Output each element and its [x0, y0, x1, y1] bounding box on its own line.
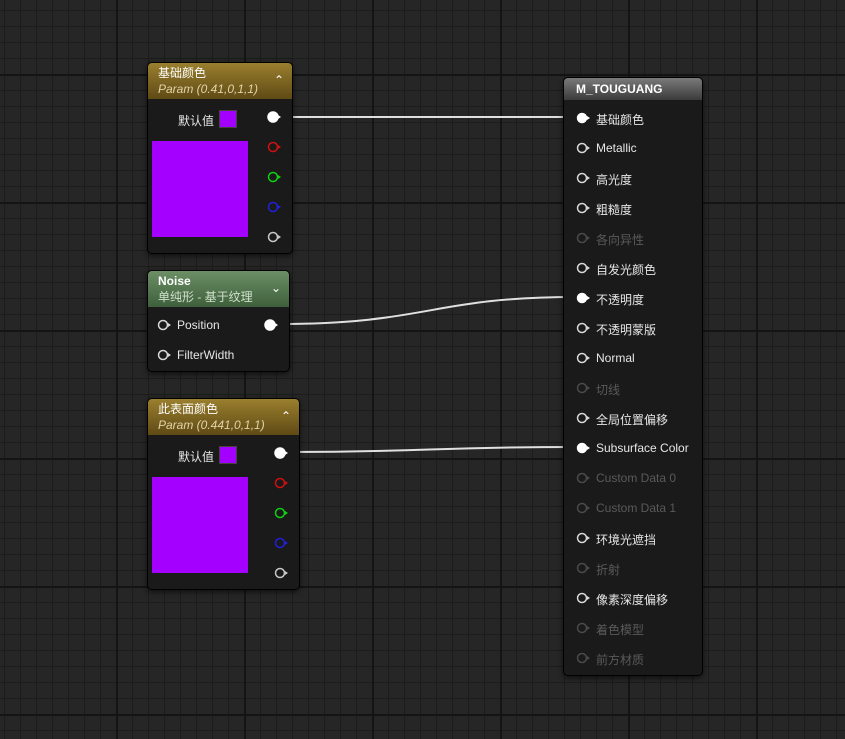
color-preview [152, 141, 248, 237]
material-input-pin[interactable] [576, 172, 590, 184]
material-input-label: 全局位置偏移 [596, 413, 669, 427]
material-input-label: 前方材质 [596, 653, 645, 667]
node-header[interactable]: 此表面颜色 Param (0.441,0,1,1) ⌃ [148, 399, 299, 435]
node-title: 此表面颜色 [158, 402, 219, 416]
output-pin-b[interactable] [274, 537, 288, 549]
material-input-label: 基础颜色 [596, 113, 645, 127]
material-input-pin[interactable] [576, 352, 590, 364]
node-title: 基础颜色 [158, 66, 207, 80]
material-input-pin [576, 562, 590, 574]
material-input-label: 自发光颜色 [596, 263, 657, 277]
material-input-pin[interactable] [576, 262, 590, 274]
node-title: Noise [158, 274, 191, 288]
material-input-pin[interactable] [576, 202, 590, 214]
output-pin-r[interactable] [267, 141, 281, 153]
material-input-pin[interactable] [576, 322, 590, 334]
material-input-label: 环境光遮挡 [596, 533, 657, 547]
node-subtitle: Param (0.41,0,1,1) [158, 82, 259, 96]
material-input-label: Subsurface Color [596, 441, 689, 455]
material-input-label: 着色模型 [596, 623, 645, 637]
output-pin-rgb[interactable] [274, 447, 288, 459]
material-input-pin [576, 382, 590, 394]
material-input-pin[interactable] [576, 412, 590, 424]
output-pin-a[interactable] [274, 567, 288, 579]
material-input-label: 切线 [596, 383, 621, 397]
material-input-label: 像素深度偏移 [596, 593, 669, 607]
output-pin-g[interactable] [274, 507, 288, 519]
material-input-label: Custom Data 0 [596, 471, 677, 485]
output-pin-r[interactable] [274, 477, 288, 489]
chevron-down-icon[interactable]: ⌄ [269, 281, 283, 295]
default-value-swatch[interactable] [219, 110, 237, 128]
chevron-up-icon[interactable]: ⌃ [279, 409, 293, 423]
material-input-pin [576, 652, 590, 664]
noise-node[interactable]: Noise 单纯形 - 基于纹理 ⌄ Position FilterWidth [147, 270, 290, 372]
output-pin-rgb[interactable] [267, 111, 281, 123]
material-input-pin[interactable] [576, 592, 590, 604]
material-input-pin [576, 622, 590, 634]
material-input-label: 各向异性 [596, 233, 645, 247]
node-header[interactable]: 基础颜色 Param (0.41,0,1,1) ⌃ [148, 63, 292, 99]
node-subtitle: 单纯形 - 基于纹理 [158, 290, 253, 304]
node-subtitle: Param (0.441,0,1,1) [158, 418, 265, 432]
input-label-filterwidth: FilterWidth [177, 348, 235, 362]
input-label-position: Position [177, 318, 220, 332]
output-pin-g[interactable] [267, 171, 281, 183]
material-input-label: 高光度 [596, 173, 633, 187]
material-input-pin[interactable] [576, 112, 590, 124]
material-node-title[interactable]: M_TOUGUANG [564, 78, 702, 100]
output-pin-noise[interactable] [264, 319, 278, 331]
material-input-label: Normal [596, 351, 635, 365]
default-value-swatch[interactable] [219, 446, 237, 464]
base-color-param-node[interactable]: 基础颜色 Param (0.41,0,1,1) ⌃ 默认值 [147, 62, 293, 254]
output-pin-b[interactable] [267, 201, 281, 213]
node-header[interactable]: Noise 单纯形 - 基于纹理 ⌄ [148, 271, 289, 307]
material-input-label: 折射 [596, 563, 621, 577]
wire-subsurface[interactable] [287, 446, 578, 453]
material-input-label: Custom Data 1 [596, 501, 677, 515]
material-input-pin [576, 502, 590, 514]
material-input-pin [576, 232, 590, 244]
subsurface-color-param-node[interactable]: 此表面颜色 Param (0.441,0,1,1) ⌃ 默认值 [147, 398, 300, 590]
material-input-pin[interactable] [576, 442, 590, 454]
material-output-node[interactable]: M_TOUGUANG 基础颜色 Metallic 高光度粗糙度各向异性自发光颜色不透… [563, 77, 703, 676]
default-value-label: 默认值 [178, 450, 215, 464]
material-input-pin[interactable] [576, 142, 590, 154]
connection-wires [276, 115, 578, 453]
material-input-pin [576, 472, 590, 484]
chevron-up-icon[interactable]: ⌃ [272, 73, 286, 87]
output-pin-a[interactable] [267, 231, 281, 243]
wire-noise-opacity[interactable] [276, 296, 578, 325]
material-input-label: Metallic [596, 141, 637, 155]
material-input-label: 粗糙度 [596, 203, 633, 217]
input-pin-position[interactable] [157, 319, 171, 331]
material-input-pin[interactable] [576, 292, 590, 304]
color-preview [152, 477, 248, 573]
material-input-pin[interactable] [576, 532, 590, 544]
material-input-label: 不透明度 [596, 293, 645, 307]
material-input-label: 不透明蒙版 [596, 323, 657, 337]
default-value-label: 默认值 [178, 114, 215, 128]
input-pin-filterwidth[interactable] [157, 349, 171, 361]
